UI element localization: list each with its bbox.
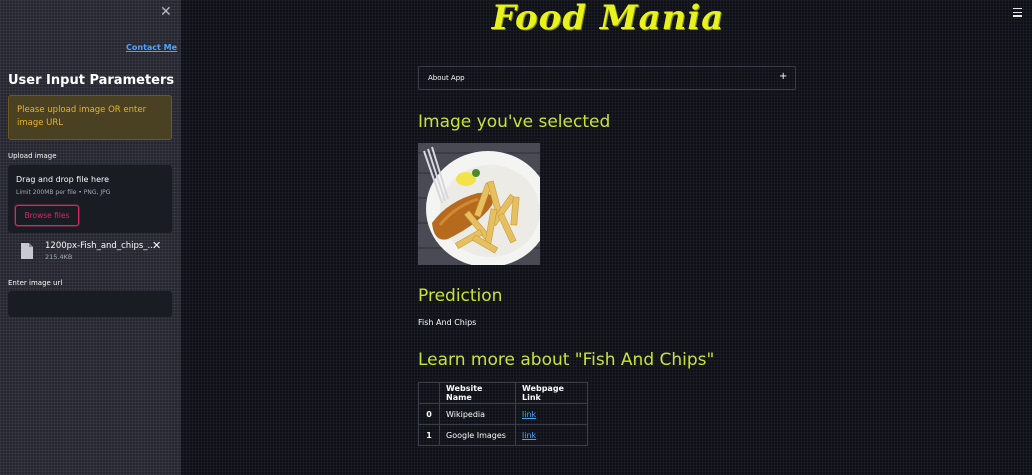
uploaded-file-size: 215.4KB bbox=[45, 253, 73, 261]
table-row: 0 Wikipedia link bbox=[418, 403, 588, 425]
file-icon bbox=[21, 243, 33, 259]
about-app-expander[interactable]: About App + bbox=[418, 66, 796, 90]
table-header-index bbox=[418, 382, 440, 404]
expander-label: About App bbox=[428, 74, 465, 82]
selected-image-heading: Image you've selected bbox=[418, 112, 611, 132]
dropzone-limit-text: Limit 200MB per file • PNG, JPG bbox=[16, 189, 111, 196]
table-row: 1 Google Images link bbox=[418, 424, 588, 446]
uploaded-file-name: 1200px-Fish_and_chips_... bbox=[45, 241, 156, 251]
row-website-name: Wikipedia bbox=[439, 403, 516, 425]
prediction-heading: Prediction bbox=[418, 286, 503, 306]
prediction-value: Fish And Chips bbox=[418, 318, 477, 327]
image-url-input[interactable] bbox=[8, 291, 172, 317]
app-title: Food Mania bbox=[491, 0, 725, 38]
file-dropzone[interactable]: Drag and drop file here Limit 200MB per … bbox=[8, 165, 172, 233]
row-link-cell: link bbox=[515, 403, 588, 425]
table-header-website-name: Website Name bbox=[439, 382, 516, 404]
row-website-name: Google Images bbox=[439, 424, 516, 446]
hamburger-menu-icon[interactable] bbox=[1013, 8, 1022, 17]
close-sidebar-icon[interactable]: ✕ bbox=[160, 5, 172, 19]
uploaded-file-item: 1200px-Fish_and_chips_... 215.4KB ✕ bbox=[20, 239, 170, 264]
learn-more-table: Website Name Webpage Link 0 Wikipedia li… bbox=[418, 382, 588, 446]
row-link-cell: link bbox=[515, 424, 588, 446]
upload-image-label: Upload image bbox=[8, 152, 57, 160]
contact-me-link[interactable]: Contact Me bbox=[126, 43, 177, 52]
wikipedia-link[interactable]: link bbox=[522, 410, 536, 419]
plus-icon: + bbox=[779, 71, 788, 82]
sidebar-title: User Input Parameters bbox=[8, 73, 175, 88]
warning-message: Please upload image OR enter image URL bbox=[8, 95, 172, 140]
row-index: 1 bbox=[418, 424, 440, 446]
selected-food-image bbox=[418, 143, 540, 265]
google-images-link[interactable]: link bbox=[522, 431, 536, 440]
image-url-label: Enter image url bbox=[8, 279, 63, 287]
learn-more-heading: Learn more about "Fish And Chips" bbox=[418, 350, 715, 370]
table-header-row: Website Name Webpage Link bbox=[418, 382, 588, 404]
browse-files-button[interactable]: Browse files bbox=[15, 205, 79, 226]
table-header-webpage-link: Webpage Link bbox=[515, 382, 588, 404]
dropzone-title: Drag and drop file here bbox=[16, 175, 110, 184]
row-index: 0 bbox=[418, 403, 440, 425]
remove-file-icon[interactable]: ✕ bbox=[152, 239, 161, 252]
sidebar: ✕ Contact Me User Input Parameters Pleas… bbox=[0, 0, 181, 475]
